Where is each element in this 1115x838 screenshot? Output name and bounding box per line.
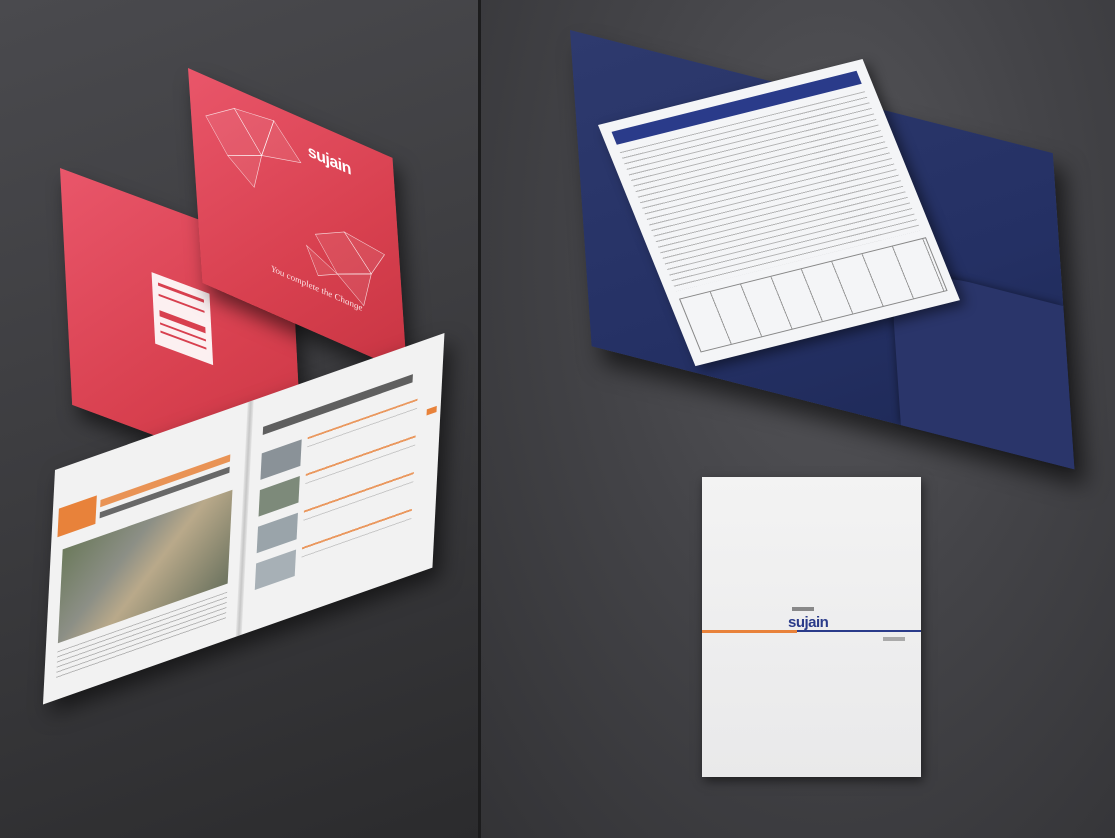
cover-caption [883, 637, 905, 641]
thumb-1 [260, 439, 302, 480]
cover-logo: sujain [788, 614, 829, 631]
white-cover: sujain [702, 477, 921, 777]
sticker-label [151, 272, 214, 366]
cover-kicker [792, 607, 814, 611]
thumb-4 [254, 549, 297, 591]
thumb-2 [258, 476, 300, 517]
panel-divider [478, 0, 481, 838]
orange-marker [426, 405, 437, 416]
cover-orange-line [702, 630, 797, 633]
spread-spine-shadow [235, 400, 254, 637]
thumb-3 [256, 512, 298, 554]
mockup-scene: sujain You complete the Change sujain su… [0, 0, 1115, 838]
right-body-text [300, 398, 418, 574]
orange-tab [57, 495, 97, 538]
